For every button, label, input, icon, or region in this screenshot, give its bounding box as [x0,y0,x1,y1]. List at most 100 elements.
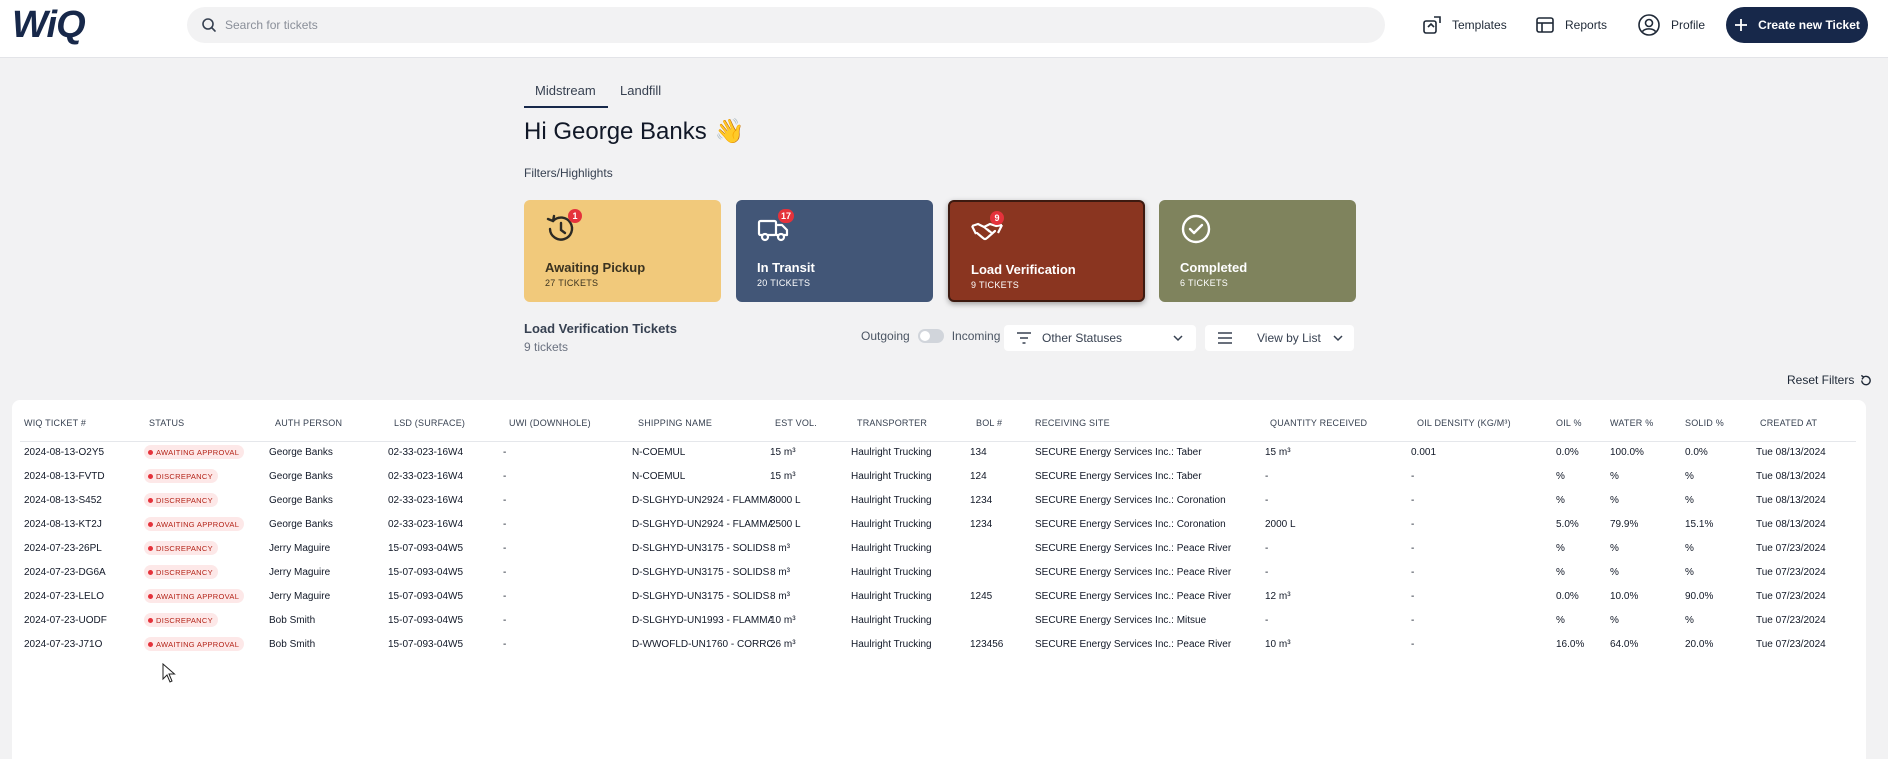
col-transporter-cell: Haulright Trucking [851,495,932,506]
col-oil-density-cell: - [1411,639,1415,650]
reports-label: Reports [1565,18,1608,32]
col-lsd-cell: 15-07-093-04W5 [388,543,464,554]
table-row[interactable]: 2024-08-13-O2Y5 AWAITING APPROVAL George B… [12,441,1866,465]
card-awaiting-pickup[interactable]: 1 Awaiting Pickup 27 TICKETS [524,200,721,302]
col-oil-density-cell: - [1411,495,1415,506]
status-badge: AWAITING APPROVAL [144,445,245,459]
col-oil-pct-header[interactable]: OIL % [1556,418,1582,428]
search-bar[interactable] [187,7,1385,43]
direction-toggle-group: Outgoing Incoming [861,329,1000,343]
reset-filters-button[interactable]: Reset Filters [1787,373,1872,387]
card-completed[interactable]: Completed 6 TICKETS [1159,200,1356,302]
col-water-pct-header[interactable]: WATER % [1610,418,1653,428]
create-ticket-button[interactable]: Create new Ticket [1726,7,1868,43]
profile-button[interactable]: Profile [1637,11,1705,39]
col-solid-pct-cell: % [1685,543,1694,554]
tab-landfill[interactable]: Landfill [620,83,661,98]
col-solid-pct-cell: 0.0% [1685,447,1708,458]
col-auth-person-cell: George Banks [269,471,333,482]
card-in-transit[interactable]: 17 In Transit 20 TICKETS [736,200,933,302]
col-est-vol-cell: 2500 L [770,519,801,530]
col-water-pct-cell: % [1610,471,1619,482]
direction-toggle[interactable] [917,329,944,343]
col-uwi-cell: - [503,519,507,530]
wiq-logo[interactable]: WiQ [12,4,86,47]
col-receiving-site-header[interactable]: RECEIVING SITE [1035,418,1110,428]
table-row[interactable]: 2024-08-13-KT2J AWAITING APPROVAL George B… [12,513,1866,537]
col-transporter-cell: Haulright Trucking [851,471,932,482]
col-quantity-received-cell: - [1265,495,1269,506]
col-auth-person-cell: George Banks [269,447,333,458]
col-oil-density-cell: - [1411,615,1415,626]
create-ticket-label: Create new Ticket [1758,18,1860,32]
col-oil-density-header[interactable]: OIL DENSITY (KG/M³) [1417,418,1511,428]
col-est-vol-cell: 15 m³ [770,447,796,458]
col-ticket-cell: 2024-07-23-UODF [24,615,107,626]
table-row[interactable]: 2024-07-23-J71O AWAITING APPROVAL Bob Smit… [12,633,1866,657]
col-auth-person-header[interactable]: AUTH PERSON [275,418,342,428]
col-ticket-cell: 2024-08-13-FVTD [24,471,105,482]
col-status-header[interactable]: STATUS [149,418,184,428]
col-bol-cell: 1234 [970,519,993,530]
card-load-verification[interactable]: 9 Load Verification 9 TICKETS [948,200,1145,302]
top-header: WiQ Templates Reports Profile Create new… [0,0,1888,58]
reports-button[interactable]: Reports [1535,11,1607,39]
col-auth-person-cell: Jerry Maguire [269,591,331,602]
col-receiving-site-cell: SECURE Energy Services Inc.: Coronation [1035,495,1226,506]
search-input[interactable] [225,7,1365,43]
col-uwi-cell: - [503,591,507,602]
col-uwi-cell: - [503,639,507,650]
templates-button[interactable]: Templates [1422,11,1507,39]
col-bol-cell: 1245 [970,591,993,602]
card-count: 6 TICKETS [1180,278,1229,288]
col-solid-pct-cell: 90.0% [1685,591,1714,602]
col-bol-cell: 123456 [970,639,1004,650]
col-est-vol-cell: 8 m³ [770,591,790,602]
table-row[interactable]: 2024-07-23-26PL DISCREPANCY Jerry Maguire 1… [12,537,1866,561]
list-view-icon [1218,332,1232,344]
table-row[interactable]: 2024-07-23-LELO AWAITING APPROVAL Jerry Ma… [12,585,1866,609]
col-uwi-cell: - [503,567,507,578]
col-lsd-cell: 02-33-023-16W4 [388,519,464,530]
col-transporter-cell: Haulright Trucking [851,543,932,554]
col-lsd-cell: 02-33-023-16W4 [388,471,464,482]
col-solid-pct-cell: % [1685,615,1694,626]
col-est-vol-header[interactable]: EST VOL. [775,418,817,428]
col-bol-header[interactable]: BOL # [976,418,1002,428]
col-created-at-cell: Tue 07/23/2024 [1756,543,1826,554]
table-row[interactable]: 2024-08-13-S452 DISCREPANCY George Banks 02… [12,489,1866,513]
col-uwi-header[interactable]: UWI (DOWNHOLE) [509,418,591,428]
card-badge: 1 [568,209,582,223]
col-transporter-cell: Haulright Trucking [851,591,932,602]
toggle-outgoing-label: Outgoing [861,329,910,343]
table-row[interactable]: 2024-07-23-UODF DISCREPANCY Bob Smith 15-07… [12,609,1866,633]
col-quantity-received-cell: 12 m³ [1265,591,1291,602]
table-row[interactable]: 2024-08-13-FVTD DISCREPANCY George Banks 02… [12,465,1866,489]
table-row[interactable]: 2024-07-23-DG6A DISCREPANCY Jerry Maguire 1… [12,561,1866,585]
card-count: 20 TICKETS [757,278,811,288]
col-oil-pct-cell: 0.0% [1556,591,1579,602]
col-oil-pct-cell: 16.0% [1556,639,1585,650]
view-mode-dropdown[interactable]: View by List [1205,325,1354,351]
col-shipping-name-header[interactable]: SHIPPING NAME [638,418,712,428]
col-quantity-received-cell: - [1265,543,1269,554]
col-lsd-header[interactable]: LSD (SURFACE) [394,418,465,428]
filters-label: Filters/Highlights [524,166,613,180]
col-uwi-cell: - [503,471,507,482]
col-created-at-header[interactable]: CREATED AT [1760,418,1817,428]
templates-label: Templates [1452,18,1507,32]
card-title: In Transit [757,260,815,275]
tab-midstream[interactable]: Midstream [535,83,596,98]
col-transporter-header[interactable]: TRANSPORTER [857,418,927,428]
col-quantity-received-header[interactable]: QUANTITY RECEIVED [1270,418,1367,428]
status-filter-dropdown[interactable]: Other Statuses [1004,325,1196,351]
status-badge: DISCREPANCY [144,541,218,555]
col-auth-person-cell: George Banks [269,495,333,506]
col-solid-pct-cell: 20.0% [1685,639,1714,650]
col-water-pct-cell: % [1610,615,1619,626]
col-lsd-cell: 15-07-093-04W5 [388,615,464,626]
col-ticket-header[interactable]: WIQ TICKET # [24,418,86,428]
col-transporter-cell: Haulright Trucking [851,567,932,578]
col-solid-pct-header[interactable]: SOLID % [1685,418,1724,428]
status-badge: AWAITING APPROVAL [144,589,245,603]
